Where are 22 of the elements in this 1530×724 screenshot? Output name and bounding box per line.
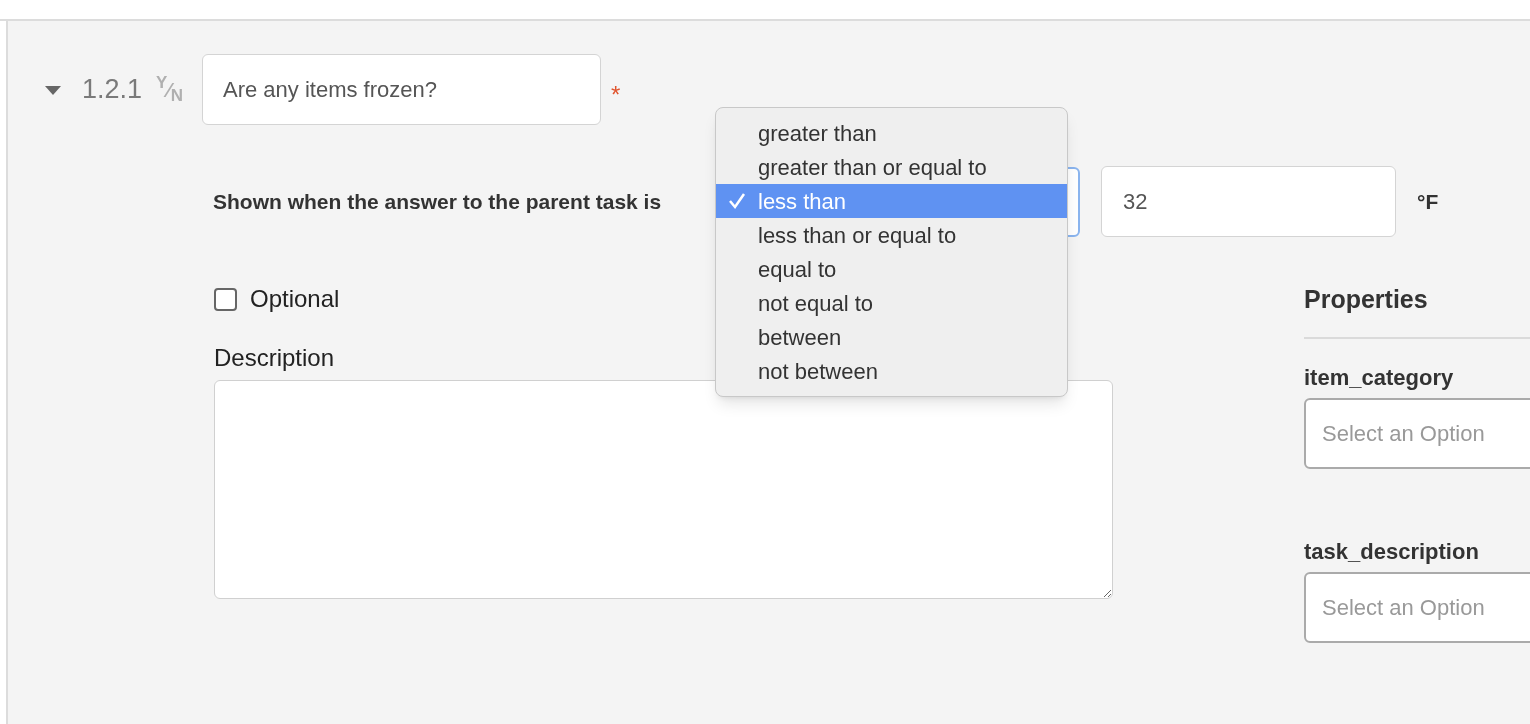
check-icon bbox=[728, 192, 746, 210]
menu-item[interactable]: less than or equal to bbox=[716, 218, 1067, 252]
menu-item[interactable]: between bbox=[716, 320, 1067, 354]
property-label: item_category bbox=[1304, 363, 1455, 392]
menu-item[interactable]: not between bbox=[716, 354, 1067, 388]
unit-label: °F bbox=[1417, 188, 1439, 215]
question-field[interactable]: Are any items frozen? bbox=[201, 54, 601, 125]
optional-label: Optional bbox=[250, 284, 340, 314]
menu-item[interactable]: greater than bbox=[716, 116, 1067, 150]
description-field[interactable] bbox=[214, 380, 1113, 599]
required-mark: * bbox=[610, 79, 621, 110]
menu-item[interactable]: not equal to bbox=[716, 286, 1067, 320]
value-field[interactable]: 32 bbox=[1101, 166, 1396, 237]
caret-down-icon[interactable] bbox=[44, 83, 62, 96]
description-label: Description bbox=[214, 343, 335, 373]
task-number: 1.2.1 bbox=[82, 73, 144, 107]
condition-label: Shown when the answer to the parent task is bbox=[213, 188, 663, 215]
menu-item[interactable]: greater than or equal to bbox=[716, 150, 1067, 184]
property-label: task_description bbox=[1304, 537, 1480, 566]
optional-checkbox[interactable] bbox=[214, 287, 237, 311]
properties-heading: Properties bbox=[1304, 284, 1429, 315]
menu-item[interactable]: equal to bbox=[716, 252, 1067, 286]
